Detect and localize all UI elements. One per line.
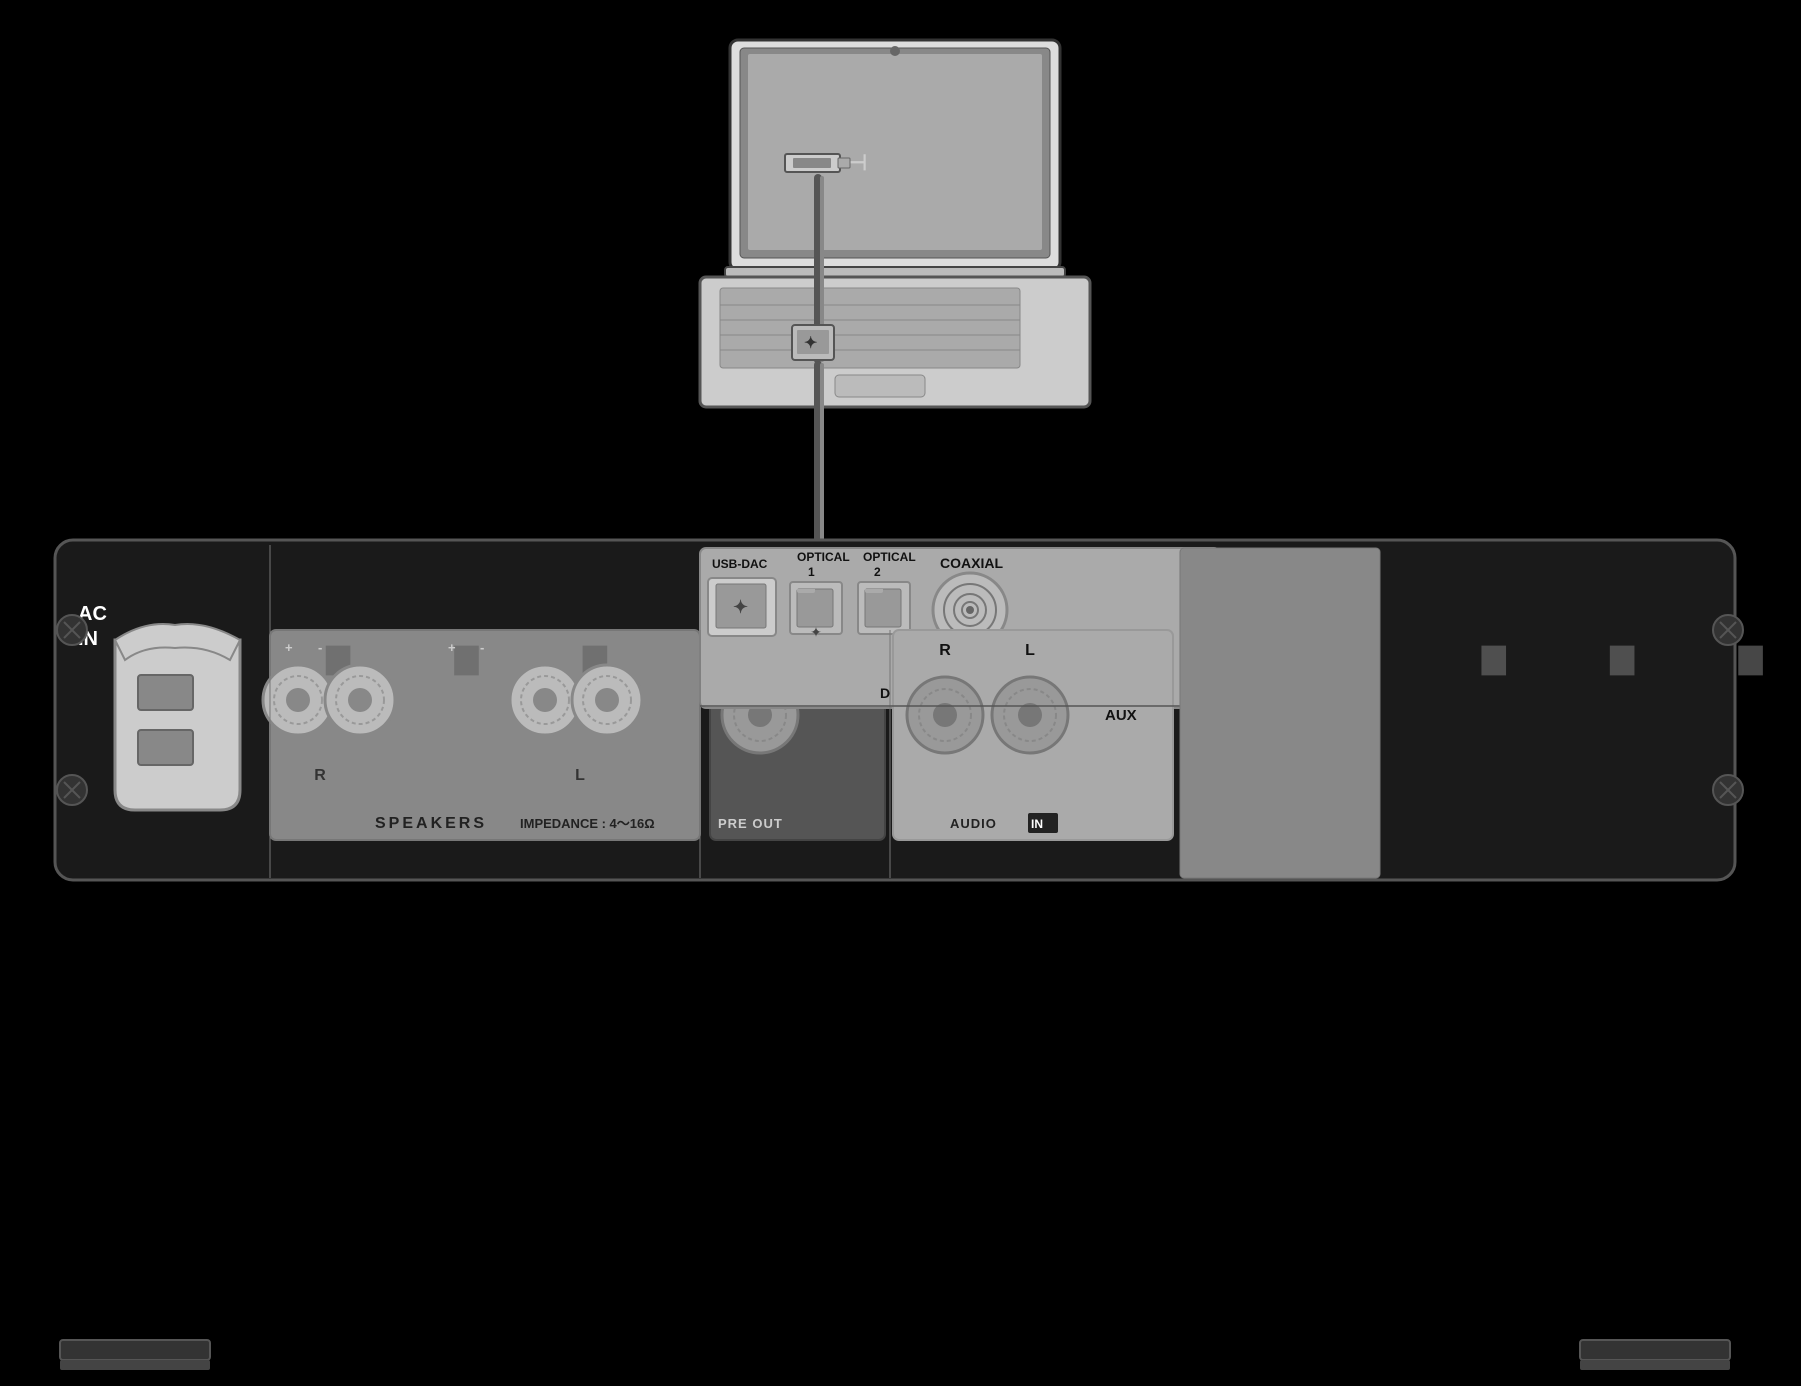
svg-text:R: R <box>939 642 951 659</box>
svg-text:-: - <box>318 640 322 655</box>
svg-text:PRE OUT: PRE OUT <box>718 816 783 831</box>
svg-text:IN: IN <box>1071 687 1083 701</box>
svg-text:-: - <box>480 640 484 655</box>
svg-text:L: L <box>575 767 585 784</box>
svg-text:IMPEDANCE : 4～16Ω: IMPEDANCE : 4～16Ω <box>520 816 655 831</box>
svg-text:COAXIAL: COAXIAL <box>940 555 1003 571</box>
svg-text:SUBWOOFER: SUBWOOFER <box>720 642 791 653</box>
svg-text:AUDIO: AUDIO <box>950 816 997 831</box>
svg-text:AUX: AUX <box>1105 707 1137 724</box>
svg-text:+: + <box>285 640 293 655</box>
svg-text:R: R <box>314 767 326 784</box>
svg-text:OPTICAL: OPTICAL <box>863 550 916 564</box>
svg-text:✦: ✦ <box>804 335 817 352</box>
svg-text:SPEAKERS: SPEAKERS <box>375 815 487 832</box>
svg-text:IN: IN <box>78 628 98 650</box>
svg-text:+: + <box>448 640 456 655</box>
svg-text:2: 2 <box>874 565 881 579</box>
svg-text:⊣: ⊣ <box>848 150 867 175</box>
svg-text:✦: ✦ <box>733 597 748 617</box>
svg-text:✦: ✦ <box>810 624 822 640</box>
ac-in-label: AC <box>78 603 107 625</box>
svg-text:⊸: ⊸ <box>808 559 818 573</box>
svg-text:USB-DAC: USB-DAC <box>712 557 768 571</box>
svg-text:DIGITAL AUDIO: DIGITAL AUDIO <box>880 685 996 701</box>
svg-text:L: L <box>1025 642 1035 659</box>
svg-text:1: 1 <box>808 565 815 579</box>
svg-text:OPTICAL: OPTICAL <box>797 550 850 564</box>
svg-text:IN: IN <box>1031 817 1043 831</box>
svg-text:············ ············ ····: ············ ············ ············ ·… <box>278 545 1801 778</box>
